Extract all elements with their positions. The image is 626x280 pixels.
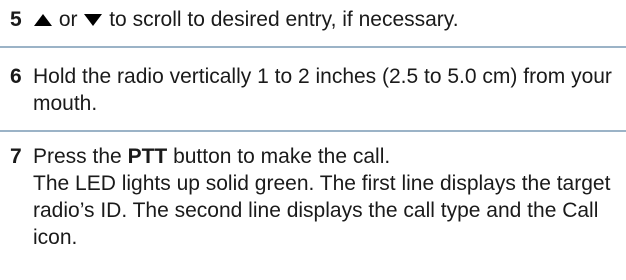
step-number: 6 <box>10 65 22 88</box>
ptt-label: PTT <box>127 145 168 168</box>
step-text: Press the PTT button to make the call. T… <box>33 143 623 251</box>
triangle-down-icon <box>83 13 103 27</box>
step-text-content: to scroll to desired entry, if necessary… <box>109 8 459 31</box>
step-instruction: Press the PTT button to make the call. <box>33 143 623 170</box>
step-number: 5 <box>10 8 22 31</box>
step-text: Hold the radio vertically 1 to 2 inches … <box>33 65 612 115</box>
step-result: The LED lights up solid green. The first… <box>33 172 611 249</box>
step-7: 7 Press the PTT button to make the call.… <box>0 132 626 280</box>
step-6: 6 Hold the radio vertically 1 to 2 inche… <box>0 48 626 128</box>
step-number: 7 <box>10 145 22 168</box>
step-connector: or <box>58 8 78 31</box>
triangle-up-icon <box>33 13 53 27</box>
instruction-text: button to make the call. <box>173 145 391 168</box>
step-text: or to scroll to desired entry, if necess… <box>33 6 623 33</box>
instruction-text: Press the <box>33 145 122 168</box>
step-5: 5 or to scroll to desired entry, if nece… <box>0 0 626 48</box>
